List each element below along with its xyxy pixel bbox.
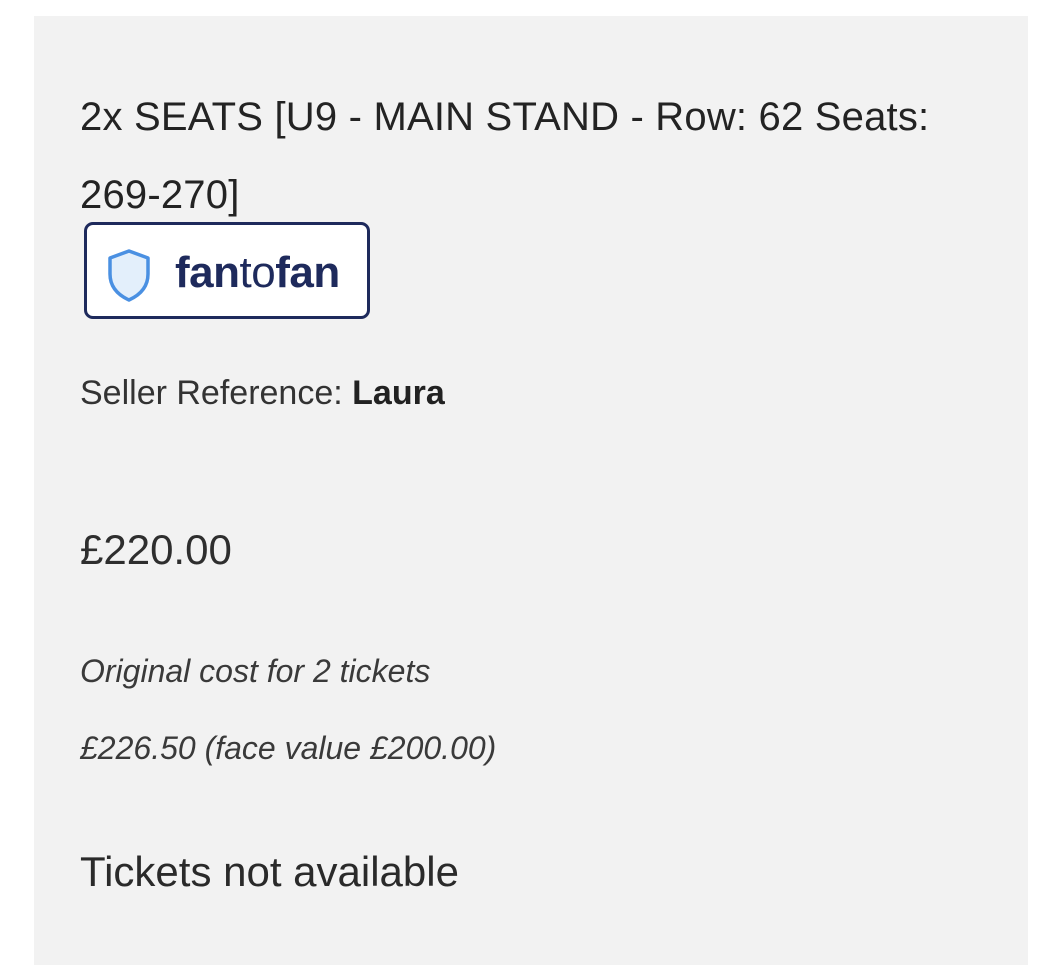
brand-part-fan: fan [175,248,240,297]
brand-part-fan-2: fan [275,248,340,297]
seller-reference-label: Seller Reference: [80,374,353,412]
brand-part-to: to [239,248,276,297]
seller-reference: Seller Reference: Laura [80,372,445,414]
listing-title: 2x SEATS [U9 - MAIN STAND - Row: 62 Seat… [80,95,930,217]
fantofan-badge: fantofan [84,222,370,319]
original-cost-label: Original cost for 2 tickets [80,653,431,689]
listing-card: 2x SEATS [U9 - MAIN STAND - Row: 62 Seat… [34,16,1028,965]
shield-icon [108,249,150,302]
seller-reference-value: Laura [352,374,445,412]
fantofan-logo-text: fantofan [175,245,340,301]
original-cost-value: £226.50 (face value £200.00) [80,730,497,766]
listing-price: £220.00 [80,526,232,573]
availability-status: Tickets not available [80,848,459,895]
